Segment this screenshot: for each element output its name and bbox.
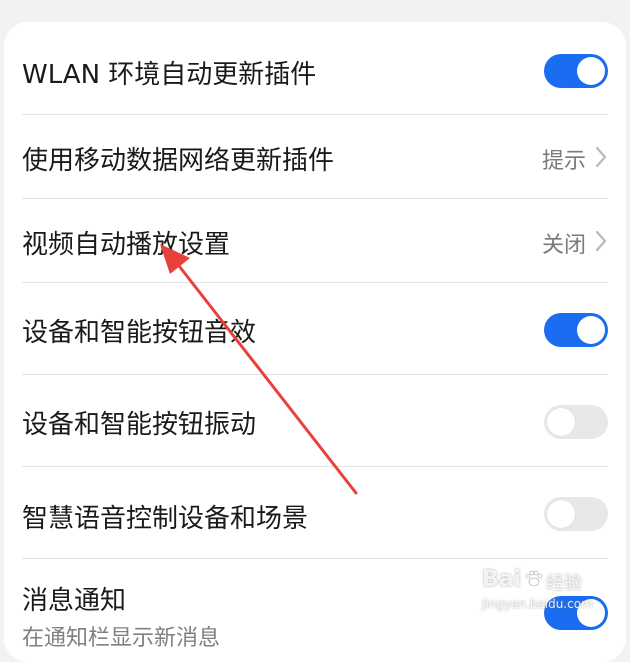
baidu-watermark: Bai 经验 jingyan.baidu.com xyxy=(480,565,593,615)
voice-control-toggle[interactable] xyxy=(544,497,608,531)
row-wlan-auto-update[interactable]: WLAN 环境自动更新插件 xyxy=(4,22,626,114)
wlan-auto-update-toggle[interactable] xyxy=(544,54,608,88)
row-button-vibration[interactable]: 设备和智能按钮振动 xyxy=(4,374,626,466)
row-label: WLAN 环境自动更新插件 xyxy=(22,60,317,90)
paw-icon xyxy=(525,570,543,587)
toggle-knob xyxy=(577,316,605,344)
row-video-autoplay[interactable]: 视频自动播放设置 关闭 xyxy=(4,198,626,282)
watermark-url: jingyan.baidu.com xyxy=(482,597,593,611)
row-button-sound[interactable]: 设备和智能按钮音效 xyxy=(4,282,626,374)
watermark-brand: Bai xyxy=(482,567,522,592)
row-label: 视频自动播放设置 xyxy=(22,230,231,260)
row-voice-control[interactable]: 智慧语音控制设备和场景 xyxy=(4,466,626,558)
row-value: 提示 xyxy=(541,149,586,174)
button-sound-toggle[interactable] xyxy=(544,313,608,347)
row-label: 设备和智能按钮振动 xyxy=(22,410,257,440)
watermark-suffix: 经验 xyxy=(546,573,582,594)
chevron-right-icon xyxy=(595,230,607,252)
row-value: 关闭 xyxy=(541,233,586,258)
toggle-knob xyxy=(577,57,605,85)
button-vibration-toggle[interactable] xyxy=(544,405,608,439)
row-mobile-data-update[interactable]: 使用移动数据网络更新插件 提示 xyxy=(4,114,626,198)
chevron-right-icon xyxy=(595,146,607,168)
row-label: 使用移动数据网络更新插件 xyxy=(22,146,335,176)
row-label: 设备和智能按钮音效 xyxy=(22,318,257,348)
row-label: 智慧语音控制设备和场景 xyxy=(22,504,309,534)
toggle-knob xyxy=(547,500,575,528)
toggle-knob xyxy=(547,408,575,436)
row-label: 消息通知 xyxy=(22,586,127,616)
row-sublabel: 在通知栏显示新消息 xyxy=(22,626,221,651)
